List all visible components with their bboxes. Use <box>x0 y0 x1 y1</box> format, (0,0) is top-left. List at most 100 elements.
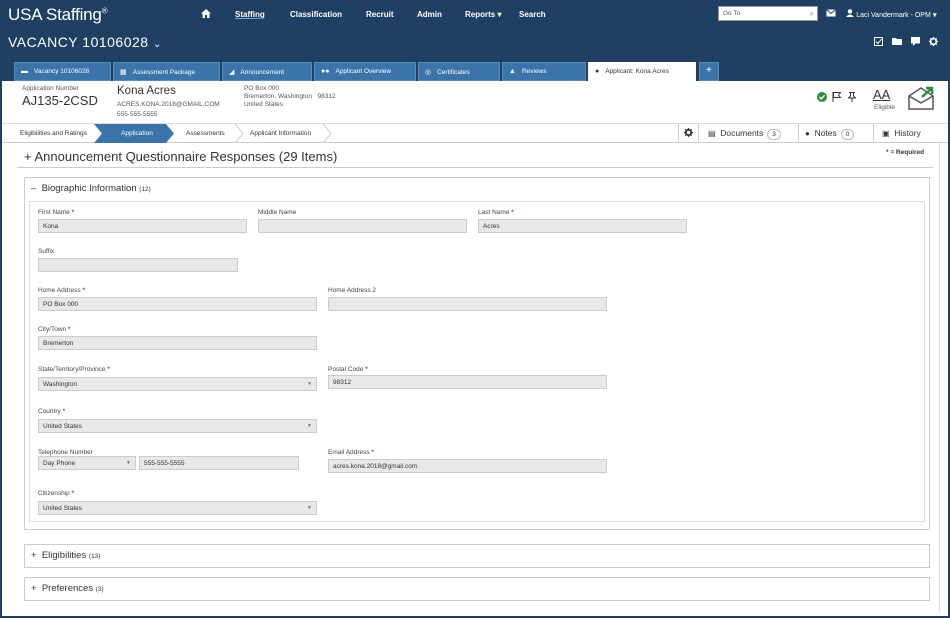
phone-label: Telephone Number <box>38 449 93 456</box>
section-biographic-header[interactable]: – Biographic Information (12) <box>31 183 151 194</box>
state-select[interactable]: Washington ▼ <box>38 377 317 391</box>
label-text: First Name <box>38 209 70 216</box>
nav-classification[interactable]: Classification <box>290 10 342 19</box>
middle-name-label: Middle Name <box>258 209 297 216</box>
email-label: Email Address * <box>328 449 374 456</box>
history-tab[interactable]: ▣ History <box>873 124 948 143</box>
required-note: * = Required <box>886 149 925 156</box>
tab-vacancy[interactable]: ▬ Vacancy 10106028 <box>14 62 111 81</box>
email-field[interactable]: acres.kona.2018@gmail.com <box>328 459 607 473</box>
vacancy-title[interactable]: VACANCY 10106028 ⌄ <box>8 34 162 50</box>
add-tab-button[interactable]: + <box>699 62 719 81</box>
section-preferences-header[interactable]: + Preferences (3) <box>31 583 104 594</box>
divider <box>17 167 933 168</box>
app-number-label: Application Number <box>22 85 79 92</box>
mail-icon[interactable] <box>826 9 836 19</box>
nav-search[interactable]: Search <box>519 10 546 19</box>
city-field[interactable]: Bremerton <box>38 336 317 350</box>
section-preferences: + Preferences (3) <box>24 577 930 601</box>
tab-assessment-package[interactable]: ▦ Assessment Package <box>113 62 220 81</box>
country-select[interactable]: United States ▼ <box>38 419 317 433</box>
comment-icon[interactable] <box>911 37 920 48</box>
middle-name-field[interactable] <box>258 219 467 233</box>
required-mark: * <box>82 287 85 294</box>
required-mark: * <box>365 366 368 373</box>
eligibility-aa-icon: AA <box>873 87 891 102</box>
home-address2-field[interactable] <box>328 297 607 311</box>
last-name-label: Last Name * <box>478 209 514 216</box>
crumb-eligibilities[interactable]: Eligibilities and Ratings <box>20 124 87 142</box>
eligibility-status: Eligible <box>874 104 895 111</box>
tab-applicant[interactable]: ● Applicant: Kona Acres <box>588 62 696 81</box>
checklist-icon[interactable] <box>874 37 883 48</box>
user-icon <box>846 9 854 19</box>
last-name-field[interactable]: Acres <box>478 219 687 233</box>
settings-button[interactable] <box>678 124 698 143</box>
nav-staffing[interactable]: Staffing <box>235 10 265 19</box>
notes-tab[interactable]: ● Notes 0 <box>798 124 873 143</box>
nav-admin[interactable]: Admin <box>417 10 442 19</box>
crumb-applicant-info[interactable]: Applicant Information <box>250 124 311 142</box>
tab-applicant-overview[interactable]: ●● Applicant Overview <box>314 62 416 81</box>
phone-type-value: Day Phone <box>43 460 76 467</box>
label-text: Citizenship <box>38 490 70 497</box>
folder-icon: ▬ <box>21 68 28 75</box>
phone-field[interactable]: 555-555-5555 <box>139 456 299 470</box>
tab-label: Assessment Package <box>132 69 196 76</box>
suffix-field[interactable] <box>38 258 238 272</box>
citizenship-select[interactable]: United States ▼ <box>38 501 317 515</box>
folder-icon[interactable] <box>892 37 902 47</box>
section-eligibilities-header[interactable]: + Eligibilities (13) <box>31 550 100 561</box>
state-value: Washington <box>43 381 78 388</box>
crumb-assessments[interactable]: Assessments <box>186 124 225 142</box>
logo[interactable]: USA Staffing® <box>8 5 108 25</box>
applicant-phone: 555-555-5555 <box>117 111 158 118</box>
tab-label: Reviews <box>521 68 547 75</box>
top-nav: USA Staffing® Staffing Classification Re… <box>2 2 948 27</box>
documents-tab[interactable]: ▤ Documents 3 <box>698 124 798 143</box>
applicant-address1: PO Box 000 <box>244 85 280 92</box>
questionnaire-title[interactable]: + Announcement Questionnaire Responses (… <box>24 149 337 164</box>
first-name-field[interactable]: Kona <box>38 219 247 233</box>
chevron-down-icon: ▾ <box>497 10 502 19</box>
print-icon: ▣ <box>882 129 890 138</box>
search-icon[interactable]: ⌕ <box>810 9 814 19</box>
label-text: City/Town <box>38 326 67 333</box>
tab-announcement[interactable]: ◢ Announcement <box>222 62 312 81</box>
logo-text: USA Staffing <box>8 5 102 24</box>
pin-icon[interactable] <box>847 92 857 104</box>
tab-reviews[interactable]: ▲ Reviews <box>502 62 586 81</box>
crumb-separator <box>322 124 332 143</box>
chevron-down-icon: ▼ <box>126 460 131 466</box>
nav-recruit[interactable]: Recruit <box>366 10 394 19</box>
nav-reports[interactable]: Reports ▾ <box>465 10 501 19</box>
home-address-field[interactable]: PO Box 000 <box>38 297 317 311</box>
home-address2-label: Home Address 2 <box>328 287 377 294</box>
citizenship-label: Citizenship * <box>38 490 74 497</box>
package-icon: ▦ <box>120 69 127 76</box>
postal-code-field[interactable]: 98312 <box>328 375 607 389</box>
gear-icon[interactable] <box>929 37 938 48</box>
city-label: City/Town * <box>38 326 71 333</box>
crumb-application[interactable]: Application <box>112 124 162 142</box>
user-menu[interactable]: Laci Vandermark - OPM ▾ <box>846 9 937 19</box>
tab-certificates[interactable]: ◎ Certificates <box>418 62 500 81</box>
envelope-icon[interactable] <box>908 86 934 112</box>
chevron-down-icon: ⌄ <box>152 39 162 50</box>
section-title: Eligibilities <box>41 550 87 561</box>
divider <box>939 143 940 613</box>
gear-icon <box>684 128 693 139</box>
app-number: AJ135-2CSD <box>22 93 98 108</box>
flag-icon[interactable] <box>832 92 842 104</box>
crumb-separator <box>234 124 244 143</box>
check-circle-icon <box>817 92 827 104</box>
goto-input[interactable]: Go To ⌕ <box>718 6 818 21</box>
required-mark: * <box>371 449 374 456</box>
phone-type-select[interactable]: Day Phone ▼ <box>38 456 136 470</box>
tab-label: Vacancy 10106028 <box>34 68 90 75</box>
app-window: USA Staffing® Staffing Classification Re… <box>0 0 950 618</box>
section-title: Biographic Information <box>41 183 137 194</box>
megaphone-icon: ◢ <box>229 69 235 76</box>
home-icon[interactable] <box>201 9 211 20</box>
chevron-down-icon: ▾ <box>933 12 937 19</box>
